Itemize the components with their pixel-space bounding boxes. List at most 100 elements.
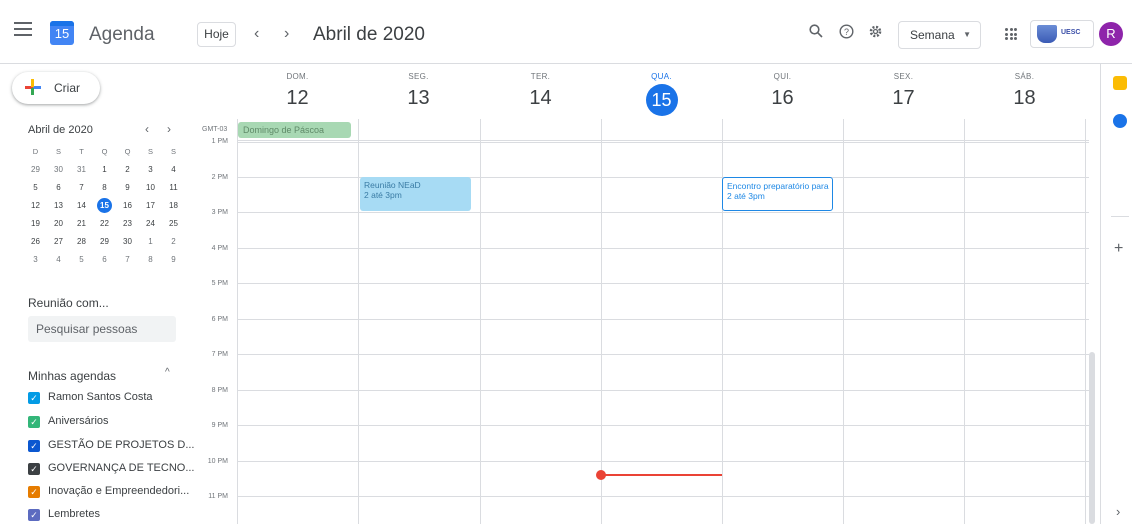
mini-day[interactable]: 30 bbox=[47, 161, 70, 179]
chevron-up-icon[interactable]: ^ bbox=[165, 367, 170, 378]
mini-calendar-prev-icon[interactable]: ‹ bbox=[145, 122, 149, 136]
mini-day[interactable]: 13 bbox=[47, 197, 70, 215]
day-number-today[interactable]: 15 bbox=[601, 84, 722, 116]
search-icon[interactable] bbox=[806, 24, 826, 43]
mini-day[interactable]: 29 bbox=[24, 161, 47, 179]
mini-day[interactable]: 2 bbox=[162, 233, 185, 251]
mini-day[interactable]: 28 bbox=[70, 233, 93, 251]
mini-day[interactable]: 19 bbox=[24, 215, 47, 233]
mini-day[interactable]: 22 bbox=[93, 215, 116, 233]
checkbox-checked-icon[interactable]: ✓ bbox=[28, 392, 40, 404]
all-day-row[interactable] bbox=[237, 119, 1089, 141]
mini-day[interactable]: 4 bbox=[47, 251, 70, 269]
mini-day[interactable]: 5 bbox=[24, 179, 47, 197]
help-icon[interactable]: ? bbox=[836, 24, 856, 44]
day-number[interactable]: 14 bbox=[480, 87, 601, 110]
organization-logo[interactable]: UESC bbox=[1030, 20, 1094, 48]
day-header[interactable]: DOM. 12 bbox=[237, 72, 358, 110]
hour-line bbox=[237, 142, 1089, 143]
mini-day[interactable]: 9 bbox=[116, 179, 139, 197]
previous-week-button[interactable]: ‹ bbox=[254, 26, 259, 42]
main-menu-icon[interactable] bbox=[14, 22, 32, 36]
grid-scrollbar[interactable] bbox=[1089, 352, 1095, 524]
mini-day[interactable]: 3 bbox=[139, 161, 162, 179]
checkbox-checked-icon[interactable]: ✓ bbox=[28, 486, 40, 498]
day-number[interactable]: 12 bbox=[237, 87, 358, 110]
mini-day[interactable]: 3 bbox=[24, 251, 47, 269]
day-header[interactable]: TER. 14 bbox=[480, 72, 601, 110]
mini-day[interactable]: 7 bbox=[116, 251, 139, 269]
add-addon-plus-icon[interactable]: + bbox=[1114, 240, 1123, 258]
calendar-logo-icon[interactable]: 15 bbox=[50, 21, 74, 45]
mini-day[interactable]: 16 bbox=[116, 197, 139, 215]
checkbox-checked-icon[interactable]: ✓ bbox=[28, 509, 40, 521]
calendar-item[interactable]: ✓ Aniversários bbox=[28, 413, 198, 431]
apps-grid-icon[interactable] bbox=[1005, 28, 1017, 40]
mini-day[interactable]: 23 bbox=[116, 215, 139, 233]
day-header[interactable]: SÁB. 18 bbox=[964, 72, 1085, 110]
checkbox-checked-icon[interactable]: ✓ bbox=[28, 416, 40, 428]
mini-day[interactable]: 5 bbox=[70, 251, 93, 269]
day-number[interactable]: 18 bbox=[964, 87, 1085, 110]
mini-day[interactable]: 27 bbox=[47, 233, 70, 251]
day-header-today[interactable]: QUA. 15 bbox=[601, 72, 722, 116]
logo-day: 15 bbox=[54, 26, 70, 41]
mini-day-today[interactable]: 15 bbox=[93, 197, 116, 215]
day-header[interactable]: SEG. 13 bbox=[358, 72, 479, 110]
calendar-item[interactable]: ✓ Inovação e Empreendedori... bbox=[28, 483, 198, 501]
mini-day[interactable]: 1 bbox=[93, 161, 116, 179]
mini-day[interactable]: 24 bbox=[139, 215, 162, 233]
mini-day[interactable]: 29 bbox=[93, 233, 116, 251]
mini-day[interactable]: 12 bbox=[24, 197, 47, 215]
weekday-header: Q bbox=[101, 147, 108, 156]
mini-day[interactable]: 8 bbox=[139, 251, 162, 269]
mini-day[interactable]: 7 bbox=[70, 179, 93, 197]
mini-day[interactable]: 30 bbox=[116, 233, 139, 251]
mini-day[interactable]: 31 bbox=[70, 161, 93, 179]
day-number[interactable]: 13 bbox=[358, 87, 479, 110]
mini-day[interactable]: 11 bbox=[162, 179, 185, 197]
search-people-input[interactable]: Pesquisar pessoas bbox=[28, 316, 176, 342]
today-button[interactable]: Hoje bbox=[197, 22, 236, 47]
mini-day[interactable]: 6 bbox=[93, 251, 116, 269]
event-card[interactable]: Encontro preparatório para 2 até 3pm bbox=[722, 177, 833, 211]
mini-day[interactable]: 10 bbox=[139, 179, 162, 197]
mini-calendar-next-icon[interactable]: › bbox=[167, 122, 171, 136]
mini-day[interactable]: 18 bbox=[162, 197, 185, 215]
mini-day[interactable]: 14 bbox=[70, 197, 93, 215]
app-name[interactable]: Agenda bbox=[89, 24, 155, 46]
all-day-event[interactable]: Domingo de Páscoa bbox=[238, 122, 351, 138]
keep-notes-icon[interactable] bbox=[1113, 76, 1127, 90]
mini-day[interactable]: 4 bbox=[162, 161, 185, 179]
calendar-item[interactable]: ✓ Ramon Santos Costa bbox=[28, 389, 198, 407]
day-header[interactable]: SEX. 17 bbox=[843, 72, 964, 110]
checkbox-checked-icon[interactable]: ✓ bbox=[28, 440, 40, 452]
day-number[interactable]: 17 bbox=[843, 87, 964, 110]
my-calendars-title[interactable]: Minhas agendas bbox=[28, 369, 116, 383]
mini-day[interactable]: 17 bbox=[139, 197, 162, 215]
mini-day[interactable]: 6 bbox=[47, 179, 70, 197]
settings-gear-icon[interactable] bbox=[865, 24, 885, 44]
mini-day[interactable]: 9 bbox=[162, 251, 185, 269]
calendar-item[interactable]: ✓ GOVERNANÇA DE TECNO... bbox=[28, 460, 198, 478]
tasks-icon[interactable] bbox=[1113, 114, 1127, 128]
hour-label: 7 PM bbox=[211, 351, 228, 358]
checkbox-checked-icon[interactable]: ✓ bbox=[28, 463, 40, 475]
view-select[interactable]: Semana ▼ bbox=[898, 21, 981, 49]
next-week-button[interactable]: › bbox=[284, 26, 289, 42]
mini-day[interactable]: 2 bbox=[116, 161, 139, 179]
account-avatar[interactable]: R bbox=[1099, 22, 1123, 46]
mini-day[interactable]: 8 bbox=[93, 179, 116, 197]
mini-day[interactable]: 1 bbox=[139, 233, 162, 251]
day-header[interactable]: QUI. 16 bbox=[722, 72, 843, 110]
expand-panel-chevron-icon[interactable]: › bbox=[1116, 504, 1120, 519]
mini-day[interactable]: 26 bbox=[24, 233, 47, 251]
day-number[interactable]: 16 bbox=[722, 87, 843, 110]
mini-day[interactable]: 21 bbox=[70, 215, 93, 233]
event-card[interactable]: Reunião NEaD 2 até 3pm bbox=[360, 177, 471, 211]
calendar-item[interactable]: ✓ Lembretes bbox=[28, 506, 198, 524]
create-button[interactable]: Criar bbox=[12, 72, 100, 104]
mini-day[interactable]: 25 bbox=[162, 215, 185, 233]
calendar-item[interactable]: ✓ GESTÃO DE PROJETOS D... bbox=[28, 437, 198, 455]
mini-day[interactable]: 20 bbox=[47, 215, 70, 233]
